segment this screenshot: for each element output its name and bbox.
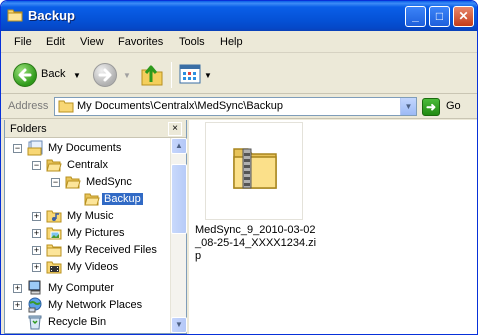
explorer-window: Backup _ □ ✕ File Edit View Favorites To… — [0, 0, 478, 335]
up-folder-button[interactable] — [139, 62, 165, 88]
minimize-button[interactable]: _ — [405, 6, 426, 27]
address-path: My Documents\Centralx\MedSync\Backup — [77, 100, 284, 112]
expand-icon[interactable]: + — [32, 229, 41, 238]
tree-item-backup[interactable]: Backup — [5, 191, 165, 208]
views-dropdown-icon: ▼ — [204, 71, 212, 80]
views-button[interactable]: ▼ — [178, 62, 212, 88]
go-label: Go — [446, 100, 461, 112]
expand-icon[interactable]: + — [13, 301, 22, 310]
folder-open-icon — [46, 159, 62, 172]
file-name: MedSync_9_2010-03-02_08-25-14_XXXX1234.z… — [195, 224, 317, 262]
file-item[interactable]: MedSync_9_2010-03-02_08-25-14_XXXX1234.z… — [195, 122, 317, 262]
folder-icon — [46, 244, 62, 257]
tree-item-my-documents[interactable]: − My Documents — [5, 140, 165, 157]
tree-item-medsync[interactable]: − MedSync — [5, 174, 165, 191]
go-button[interactable]: ➜ Go — [422, 98, 472, 116]
menu-help[interactable]: Help — [220, 36, 243, 48]
zip-folder-icon — [233, 148, 277, 189]
tree-label: My Documents — [48, 142, 122, 154]
collapse-icon[interactable]: − — [51, 178, 60, 187]
tree-label-selected: Backup — [102, 193, 143, 205]
tree-label: My Music — [67, 210, 114, 222]
menu-edit[interactable]: Edit — [46, 36, 65, 48]
tree-item-centralx[interactable]: − Centralx — [5, 157, 165, 174]
tree-label: My Videos — [67, 261, 119, 273]
back-dropdown-icon[interactable]: ▼ — [73, 71, 81, 80]
folder-up-icon — [141, 65, 163, 86]
network-icon — [28, 297, 42, 313]
scroll-up-icon[interactable]: ▲ — [171, 138, 187, 154]
folders-scrollbar[interactable]: ▲ ▼ — [170, 138, 187, 333]
tree-item-recycle-bin[interactable]: Recycle Bin — [5, 314, 165, 331]
menu-file[interactable]: File — [14, 36, 32, 48]
folder-tree: − My Documents − Centralx − MedSync Back… — [5, 138, 169, 333]
back-button[interactable]: Back — [11, 62, 81, 88]
folders-pane: Folders × − My Documents − Centralx − Me… — [4, 120, 187, 334]
forward-dropdown-icon[interactable]: ▼ — [123, 71, 131, 80]
folder-icon — [7, 9, 23, 22]
back-label: Back — [41, 68, 66, 80]
forward-button[interactable] — [93, 63, 117, 87]
file-thumbnail — [205, 122, 303, 220]
folder-icon — [58, 100, 74, 113]
folder-open-icon — [84, 193, 100, 206]
address-input[interactable]: My Documents\Centralx\MedSync\Backup ▼ — [54, 97, 417, 116]
back-arrow-icon — [13, 63, 37, 87]
title-bar[interactable]: Backup _ □ ✕ — [1, 1, 477, 31]
menu-tools[interactable]: Tools — [179, 36, 205, 48]
folder-open-icon — [65, 176, 81, 189]
expand-icon[interactable]: + — [32, 212, 41, 221]
expand-icon[interactable]: + — [32, 263, 41, 272]
collapse-icon[interactable]: − — [13, 144, 22, 153]
tree-label: MedSync — [86, 176, 132, 188]
scroll-thumb[interactable] — [171, 164, 187, 234]
close-button[interactable]: ✕ — [453, 6, 474, 27]
tree-item-my-received-files[interactable]: + My Received Files — [5, 242, 165, 259]
address-bar: Address My Documents\Centralx\MedSync\Ba… — [1, 95, 477, 119]
recycle-bin-icon — [28, 315, 42, 330]
pictures-folder-icon — [46, 227, 62, 240]
folders-header: Folders × — [5, 120, 186, 138]
my-documents-icon — [27, 140, 43, 156]
menu-bar: File Edit View Favorites Tools Help — [1, 31, 477, 53]
tree-item-my-network-places[interactable]: + My Network Places — [5, 297, 165, 314]
menu-view[interactable]: View — [80, 36, 104, 48]
file-list: MedSync_9_2010-03-02_08-25-14_XXXX1234.z… — [189, 120, 477, 334]
videos-folder-icon — [46, 261, 62, 274]
scroll-down-icon[interactable]: ▼ — [171, 317, 187, 333]
collapse-icon[interactable]: − — [32, 161, 41, 170]
window-title: Backup — [28, 8, 75, 23]
menu-favorites[interactable]: Favorites — [118, 36, 163, 48]
views-icon — [179, 64, 201, 84]
expand-icon[interactable]: + — [13, 284, 22, 293]
tree-label: My Received Files — [67, 244, 157, 256]
tree-item-my-music[interactable]: + My Music — [5, 208, 165, 225]
address-dropdown-icon[interactable]: ▼ — [400, 98, 416, 115]
tree-label: My Computer — [48, 282, 115, 294]
tree-label: Recycle Bin — [48, 316, 107, 328]
computer-icon — [28, 280, 41, 295]
forward-arrow-icon — [98, 68, 112, 82]
expand-icon[interactable]: + — [32, 246, 41, 255]
folders-title: Folders — [10, 123, 47, 135]
tree-item-my-pictures[interactable]: + My Pictures — [5, 225, 165, 242]
folders-close-button[interactable]: × — [168, 122, 182, 136]
tree-label: Centralx — [67, 159, 108, 171]
go-arrow-icon: ➜ — [422, 98, 440, 116]
tree-label: My Network Places — [48, 299, 143, 311]
address-label: Address — [8, 100, 49, 112]
maximize-button[interactable]: □ — [429, 6, 450, 27]
tree-label: My Pictures — [67, 227, 125, 239]
toolbar-separator — [171, 62, 172, 88]
tree-item-my-videos[interactable]: + My Videos — [5, 259, 165, 276]
toolbar: Back ▼ ▼ ▼ — [1, 54, 477, 94]
music-folder-icon — [46, 210, 62, 223]
tree-item-my-computer[interactable]: + My Computer — [5, 280, 165, 297]
